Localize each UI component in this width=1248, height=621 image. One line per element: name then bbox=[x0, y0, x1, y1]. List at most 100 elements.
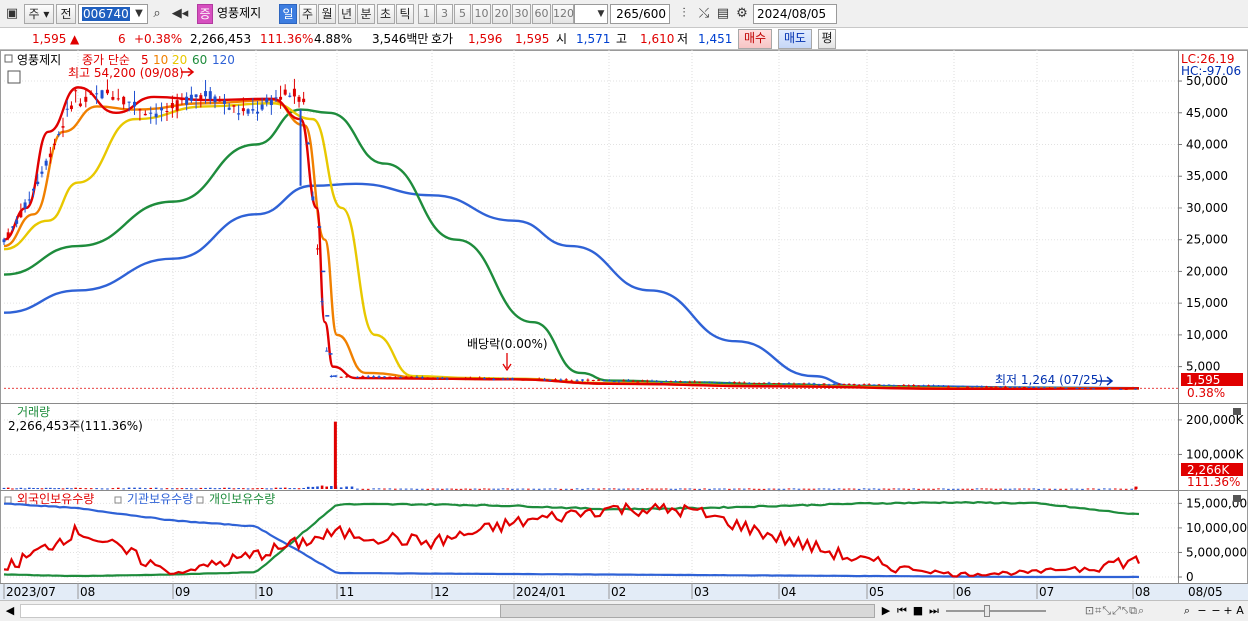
interval-button-5[interactable]: 5 bbox=[454, 4, 471, 24]
text-tool-icon[interactable]: A bbox=[1234, 603, 1246, 619]
interval-button-20[interactable]: 20 bbox=[492, 4, 511, 24]
hold-tick-label: 0 bbox=[1186, 570, 1194, 584]
last-page-icon[interactable]: ⏭ bbox=[927, 603, 941, 619]
volume-bar bbox=[270, 488, 273, 490]
candle-body bbox=[143, 113, 147, 116]
tool-icons[interactable]: ⊡⌗⤡⤢⤣⧉⌕ bbox=[1052, 603, 1178, 619]
volume-bar bbox=[532, 488, 536, 490]
first-page-icon[interactable]: ⏮ bbox=[895, 603, 909, 619]
zoom-out-icon[interactable]: − bbox=[1196, 603, 1208, 619]
volume-bar bbox=[232, 488, 236, 490]
tab-3[interactable]: 월 bbox=[318, 4, 336, 24]
candle-body bbox=[936, 385, 940, 387]
tab-5[interactable]: 분 bbox=[357, 4, 375, 24]
candle-body bbox=[36, 181, 40, 185]
x-tick-label: 2024/01 bbox=[516, 585, 566, 599]
interval-button-3[interactable]: 3 bbox=[436, 4, 453, 24]
volume-bar bbox=[597, 488, 601, 490]
candle-body bbox=[237, 113, 241, 115]
volume-bar bbox=[165, 488, 169, 490]
save-icon[interactable]: ▤ bbox=[714, 4, 732, 24]
candle-body bbox=[1080, 388, 1084, 390]
tab-6[interactable]: 초 bbox=[376, 4, 395, 24]
candle-body bbox=[436, 377, 440, 379]
candle-body bbox=[698, 381, 702, 383]
volume-bar bbox=[1048, 488, 1051, 490]
period-dropdown[interactable]: 주 ▾ bbox=[24, 4, 54, 24]
candle-body bbox=[617, 380, 621, 382]
interval-button-30[interactable]: 30 bbox=[512, 4, 531, 24]
volume-bar bbox=[812, 488, 816, 490]
chart-scrollbar[interactable]: ◀ ▶ ⏮ ■ ⏭ ⊡⌗⤡⤢⤣⧉⌕ ⌕ − − + A bbox=[0, 600, 1248, 621]
interval-button-120[interactable]: 120 bbox=[552, 4, 574, 24]
count-input[interactable]: 265/600 bbox=[610, 4, 670, 24]
tab-1[interactable]: 일 bbox=[279, 4, 297, 24]
volume-bar bbox=[966, 488, 969, 490]
plus-icon[interactable]: + bbox=[1222, 603, 1234, 619]
eval-button[interactable]: 평 bbox=[818, 29, 836, 49]
candle-body bbox=[1027, 386, 1031, 388]
speaker-icon[interactable]: ◀◂ bbox=[167, 4, 193, 24]
chevron-down-icon[interactable]: ▼ bbox=[594, 4, 608, 24]
candle-body bbox=[812, 383, 816, 385]
scroll-right-icon[interactable]: ▶ bbox=[880, 603, 892, 619]
volume-bar bbox=[154, 487, 158, 489]
zoom-slider[interactable] bbox=[946, 610, 1046, 612]
tab-2[interactable]: 주 bbox=[298, 4, 317, 24]
candle-body bbox=[165, 111, 169, 113]
volume-bar bbox=[1042, 488, 1046, 490]
minus-icon[interactable]: − bbox=[1210, 603, 1222, 619]
volume-bar bbox=[330, 486, 333, 489]
candle-body bbox=[445, 378, 449, 380]
volume-bar bbox=[436, 488, 439, 490]
volume-bar bbox=[660, 488, 663, 490]
chevron-down-icon[interactable]: ▼ bbox=[132, 4, 146, 24]
tab-7[interactable]: 틱 bbox=[396, 4, 414, 24]
candle-body bbox=[23, 202, 27, 209]
sell-button[interactable]: 매도 bbox=[778, 29, 812, 49]
volume-bar bbox=[575, 488, 579, 490]
stock-chart[interactable]: 2023/07 08 09 10 11 12 2024/01 02 03 04 05 06 07 085,… bbox=[0, 50, 1248, 600]
gear-icon[interactable]: ⚙ bbox=[733, 4, 751, 24]
candle-body bbox=[78, 103, 82, 107]
interval-button-10[interactable]: 10 bbox=[472, 4, 491, 24]
search-icon[interactable]: ⌕ bbox=[148, 4, 166, 24]
zoom-in-icon[interactable]: ⌕ bbox=[1180, 603, 1194, 619]
volume-bar bbox=[1032, 488, 1036, 490]
volume-bar bbox=[79, 487, 82, 489]
tab-4[interactable]: 년 bbox=[337, 4, 356, 24]
volume-bar bbox=[602, 488, 606, 490]
candle-body bbox=[1075, 388, 1079, 390]
volume-bar bbox=[516, 488, 519, 490]
date-input[interactable]: 2024/08/05 ▦ bbox=[753, 4, 837, 39]
scroll-thumb[interactable] bbox=[500, 604, 875, 618]
stop-icon[interactable]: ■ bbox=[912, 603, 924, 619]
scroll-left-icon[interactable]: ◀ bbox=[4, 603, 16, 619]
drawing-tool-icon[interactable]: ⤯ bbox=[695, 4, 713, 24]
volume-bar bbox=[1004, 488, 1007, 490]
candle-body bbox=[757, 383, 761, 385]
volume-bar bbox=[787, 488, 791, 490]
candle-body bbox=[40, 171, 44, 174]
volume-bar bbox=[1027, 488, 1031, 490]
buy-button[interactable]: 매수 bbox=[738, 29, 772, 49]
x-tick-label: 08 bbox=[80, 585, 95, 599]
window-menu-icon[interactable]: ▣ bbox=[2, 4, 22, 24]
candle-body bbox=[917, 385, 921, 387]
prev-button[interactable]: 전 bbox=[56, 4, 76, 24]
volume-bar bbox=[497, 488, 500, 490]
candle-icon[interactable]: ⫶ bbox=[674, 4, 694, 24]
zoom-slider-thumb[interactable] bbox=[984, 605, 990, 617]
volume-bar bbox=[431, 488, 435, 490]
volume-bar bbox=[956, 488, 960, 490]
volume-bar bbox=[441, 488, 444, 490]
candle-body bbox=[279, 96, 283, 100]
candle-body bbox=[782, 383, 786, 385]
volume-bar bbox=[543, 488, 546, 490]
interval-button-60[interactable]: 60 bbox=[532, 4, 551, 24]
volume-bar bbox=[345, 486, 348, 489]
candle-body bbox=[170, 102, 174, 109]
interval-button-1[interactable]: 1 bbox=[418, 4, 435, 24]
candle-body bbox=[180, 99, 184, 101]
stock-name-field[interactable]: 영풍제지 bbox=[214, 4, 276, 24]
